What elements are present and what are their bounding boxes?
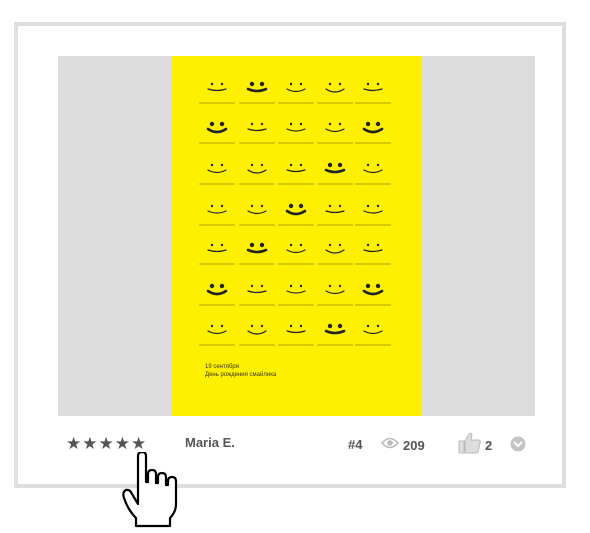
smiley-icon (237, 159, 277, 189)
smiley-icon (276, 280, 316, 310)
smiley-icon (315, 118, 355, 148)
views-counter: 209 (380, 436, 425, 454)
smiley-caption-mark (278, 263, 314, 265)
smiley-poster-image[interactable]: 19 сентября День рождения смайлика (171, 56, 422, 416)
views-count: 209 (403, 437, 425, 453)
smiley-icon (276, 320, 316, 350)
smiley-icon (353, 239, 393, 269)
smiley-icon (276, 78, 316, 108)
likes-count: 2 (485, 438, 493, 453)
smiley-caption-mark (239, 183, 275, 185)
smiley-caption-mark (355, 304, 391, 306)
smiley-icon (315, 159, 355, 189)
smiley-icon (197, 78, 237, 108)
smiley-caption-mark (278, 142, 314, 144)
smiley-caption-mark (239, 304, 275, 306)
smiley-caption-mark (355, 102, 391, 104)
smiley-icon (197, 320, 237, 350)
chevron-down-circle-icon[interactable] (510, 436, 526, 452)
smiley-caption-mark (239, 102, 275, 104)
smiley-icon (315, 200, 355, 230)
smiley-icon (197, 239, 237, 269)
smiley-caption-mark (355, 224, 391, 226)
poster-caption-date: 19 сентября (205, 364, 239, 370)
card-footer: ★ ★ ★ ★ ★ Maria E. #4 209 2 (18, 430, 562, 458)
smiley-caption-mark (239, 224, 275, 226)
smiley-icon (237, 320, 277, 350)
smiley-caption-mark (199, 344, 235, 346)
smiley-caption-mark (199, 224, 235, 226)
smiley-caption-mark (199, 304, 235, 306)
smiley-caption-mark (278, 344, 314, 346)
poster-caption: 19 сентября День рождения смайлика (205, 363, 276, 379)
hand-pointer-cursor-icon (120, 450, 184, 533)
more-options-button[interactable] (510, 436, 526, 457)
smiley-icon (276, 239, 316, 269)
smiley-caption-mark (239, 263, 275, 265)
smiley-caption-mark (317, 183, 353, 185)
smiley-icon (315, 239, 355, 269)
smiley-icon (237, 118, 277, 148)
smiley-icon (315, 280, 355, 310)
smiley-icon (237, 78, 277, 108)
star-icon[interactable]: ★ (82, 434, 97, 454)
smiley-caption-mark (278, 224, 314, 226)
smiley-icon (353, 280, 393, 310)
smiley-icon (353, 78, 393, 108)
photo-card: 19 сентября День рождения смайлика ★ ★ ★… (14, 22, 566, 488)
rank-label: #4 (348, 437, 363, 452)
smiley-icon (353, 320, 393, 350)
smiley-caption-mark (355, 183, 391, 185)
author-name[interactable]: Maria E. (185, 435, 235, 450)
smiley-caption-mark (278, 183, 314, 185)
smiley-icon (276, 118, 316, 148)
smiley-caption-mark (317, 142, 353, 144)
smiley-icon (197, 200, 237, 230)
smiley-icon (353, 200, 393, 230)
smiley-caption-mark (317, 304, 353, 306)
eye-icon (380, 436, 400, 454)
smiley-caption-mark (317, 344, 353, 346)
image-frame[interactable]: 19 сентября День рождения смайлика (58, 56, 535, 416)
smiley-caption-mark (278, 102, 314, 104)
smiley-caption-mark (239, 142, 275, 144)
smiley-icon (197, 159, 237, 189)
smiley-icon (237, 239, 277, 269)
smiley-caption-mark (355, 142, 391, 144)
star-icon[interactable]: ★ (66, 434, 81, 454)
smiley-caption-mark (239, 344, 275, 346)
smiley-grid (171, 56, 422, 416)
smiley-caption-mark (278, 304, 314, 306)
smiley-icon (237, 200, 277, 230)
smiley-icon (315, 78, 355, 108)
thumbs-up-icon[interactable] (458, 432, 482, 459)
smiley-icon (353, 118, 393, 148)
star-rating[interactable]: ★ ★ ★ ★ ★ (66, 434, 146, 454)
smiley-icon (237, 280, 277, 310)
smiley-icon (353, 159, 393, 189)
smiley-icon (197, 280, 237, 310)
smiley-caption-mark (317, 102, 353, 104)
smiley-caption-mark (317, 263, 353, 265)
smiley-icon (315, 320, 355, 350)
poster-caption-title: День рождения смайлика (205, 372, 277, 378)
smiley-caption-mark (199, 183, 235, 185)
smiley-caption-mark (199, 263, 235, 265)
smiley-caption-mark (355, 344, 391, 346)
star-icon[interactable]: ★ (131, 434, 146, 454)
smiley-icon (276, 159, 316, 189)
likes-counter[interactable]: 2 (458, 432, 492, 459)
smiley-caption-mark (199, 102, 235, 104)
smiley-icon (276, 200, 316, 230)
smiley-caption-mark (199, 142, 235, 144)
smiley-caption-mark (355, 263, 391, 265)
star-icon[interactable]: ★ (99, 434, 114, 454)
smiley-caption-mark (317, 224, 353, 226)
smiley-icon (197, 118, 237, 148)
star-icon[interactable]: ★ (115, 434, 130, 454)
